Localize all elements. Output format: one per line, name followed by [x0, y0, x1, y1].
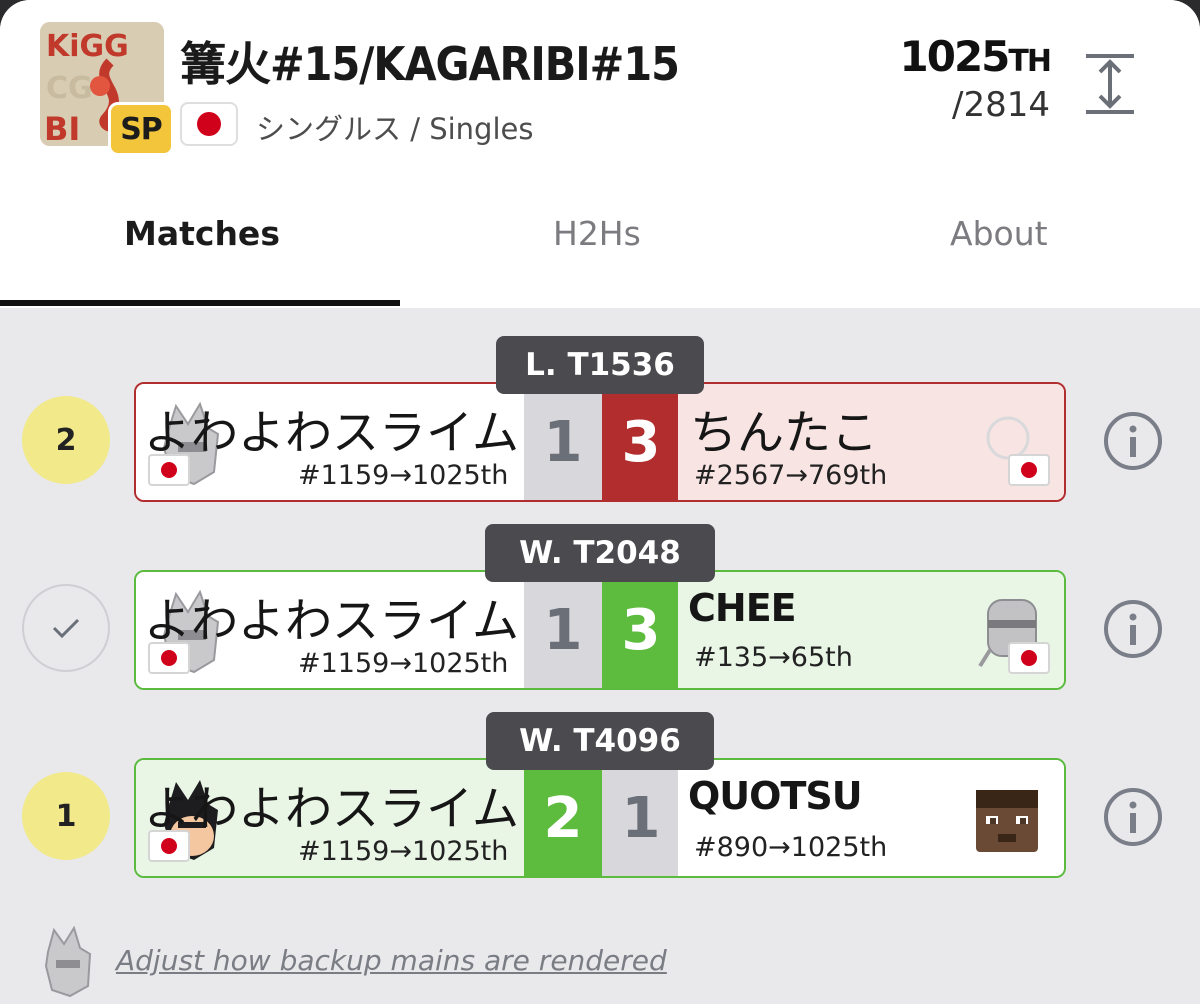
backup-main-icon [38, 925, 98, 998]
japan-flag-icon [148, 830, 190, 862]
seed-badge: 2 [22, 396, 110, 484]
round-label: W. T4096 [486, 712, 714, 770]
entrant-total: /2814 [952, 85, 1050, 125]
score-right: 3 [602, 384, 680, 500]
info-icon[interactable] [1102, 410, 1164, 472]
japan-flag-icon [148, 642, 190, 674]
active-tab-indicator [0, 300, 400, 306]
info-icon[interactable] [1102, 786, 1164, 848]
tab-h2hs[interactable]: H2Hs [553, 214, 641, 253]
tab-about[interactable]: About [950, 214, 1048, 253]
seed-badge: 1 [22, 772, 110, 860]
player-name: CHEE [688, 586, 797, 630]
match-card[interactable]: よわよわスライム #1159→1025th 1 3 ちんたこ #2567→769… [134, 382, 1066, 502]
player-left: よわよわスライム #1159→1025th [136, 572, 524, 688]
player-left: よわよわスライム #1159→1025th [136, 760, 524, 876]
round-label: L. T1536 [496, 336, 704, 394]
placement: 1025TH /2814 [899, 32, 1052, 125]
event-subtitle: シングルス / Singles [256, 112, 534, 146]
player-left: よわよわスライム #1159→1025th [136, 384, 524, 500]
japan-flag-icon [1008, 454, 1050, 486]
japan-flag-icon [180, 102, 238, 146]
player-seed-placement: #890→1025th [694, 832, 888, 863]
sp-badge: SP [108, 102, 174, 156]
player-seed-placement: #2567→769th [694, 460, 888, 491]
tournament-title: 篝火#15/KAGARIBI#15 [180, 37, 680, 91]
player-name: ちんたこ [690, 406, 878, 461]
match-row[interactable]: L. T1536 2 よわよわスライム #1159→1025th 1 3 ちんた… [0, 336, 1200, 502]
fighter-avatar [970, 778, 1044, 862]
japan-flag-icon [148, 454, 190, 486]
score-right: 1 [602, 760, 680, 876]
round-label: W. T2048 [485, 524, 715, 582]
player-name: よわよわスライム [144, 782, 520, 837]
match-row[interactable]: W. T2048 よわよわスライム #1159→1025th 1 3 CHEE … [0, 524, 1200, 690]
score-right: 3 [602, 572, 680, 688]
player-right: ちんたこ #2567→769th [678, 384, 1064, 500]
svg-text:CG: CG [46, 71, 93, 106]
svg-text:KiGG: KiGG [46, 29, 129, 64]
info-icon[interactable] [1102, 598, 1164, 660]
match-row[interactable]: W. T4096 1 よわよわスライム #1159→1025th 2 1 QUO… [0, 712, 1200, 878]
japan-flag-icon [1008, 642, 1050, 674]
match-card[interactable]: よわよわスライム #1159→1025th 1 3 CHEE #135→65th [134, 570, 1066, 690]
player-seed-placement: #1159→1025th [298, 836, 509, 867]
svg-text:BI: BI [44, 110, 80, 146]
expand-collapse-icon[interactable] [1084, 52, 1136, 116]
player-seed-placement: #1159→1025th [298, 648, 509, 679]
check-icon [22, 584, 110, 672]
player-name: よわよわスライム [144, 594, 520, 649]
tab-bar: Matches H2Hs About [0, 200, 1200, 308]
player-seed-placement: #135→65th [694, 642, 853, 673]
player-seed-placement: #1159→1025th [298, 460, 509, 491]
placement-suffix: TH [1008, 44, 1052, 79]
player-right: QUOTSU #890→1025th [678, 760, 1064, 876]
player-name: QUOTSU [688, 774, 863, 818]
player-right: CHEE #135→65th [678, 572, 1064, 688]
score-left: 1 [524, 572, 602, 688]
placement-number: 1025 [899, 32, 1011, 81]
backup-mains-settings-link[interactable]: Adjust how backup mains are rendered [116, 944, 667, 977]
player-name: よわよわスライム [144, 406, 520, 461]
score-left: 1 [524, 384, 602, 500]
match-card[interactable]: よわよわスライム #1159→1025th 2 1 QUOTSU #890→10… [134, 758, 1066, 878]
tab-matches[interactable]: Matches [124, 214, 280, 253]
score-left: 2 [524, 760, 602, 876]
tournament-header: KiGG CG BI SP 篝火#15/KAGARIBI#15 シングルス / … [0, 0, 1200, 308]
match-sheet: KiGG CG BI SP 篝火#15/KAGARIBI#15 シングルス / … [0, 0, 1200, 1004]
